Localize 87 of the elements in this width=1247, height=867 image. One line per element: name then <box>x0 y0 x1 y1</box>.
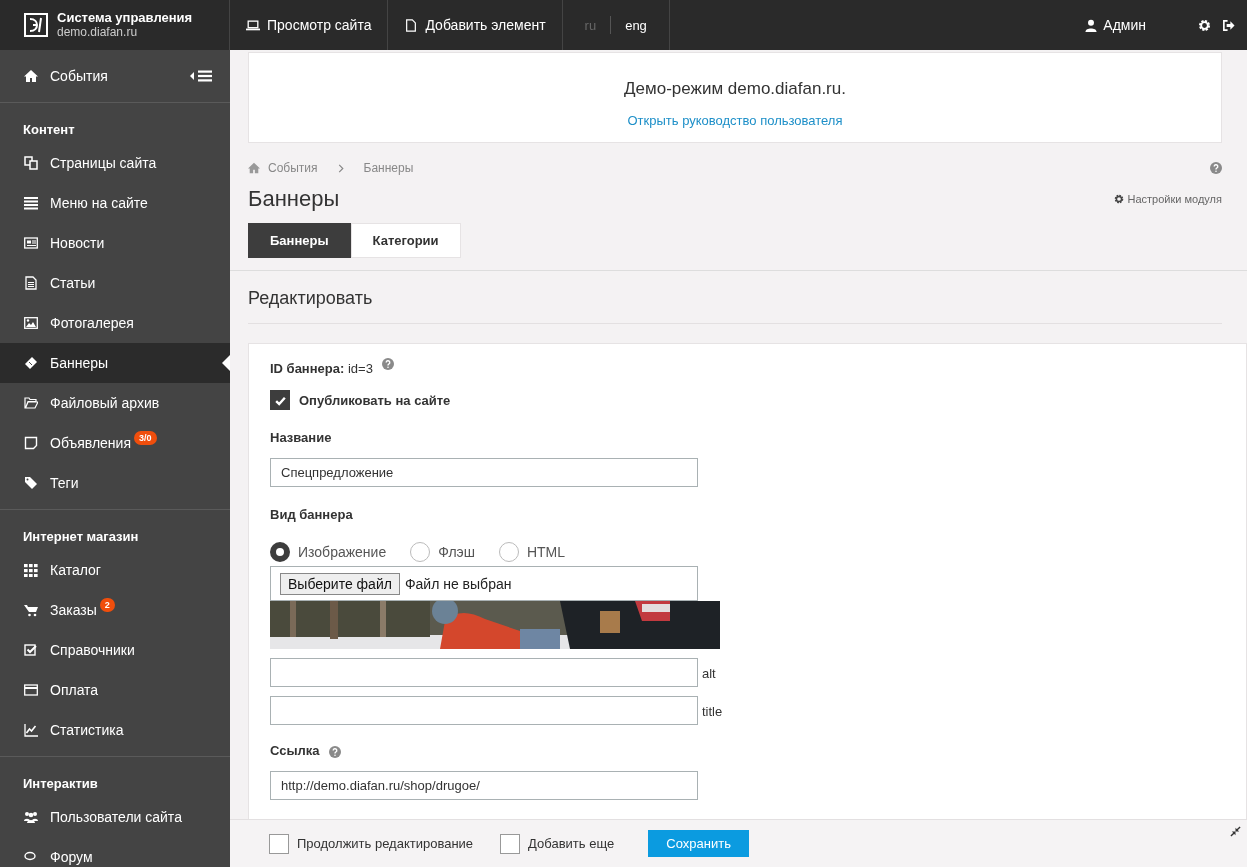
sidebar-section-title: Контент <box>22 121 76 139</box>
tab[interactable]: Категории <box>350 223 461 258</box>
site-domain: demo.diafan.ru <box>57 25 139 39</box>
sidebar-item[interactable]: Баннеры <box>0 343 230 383</box>
link-field[interactable]: http://demo.diafan.ru/shop/drugoe/ <box>270 771 698 800</box>
sidebar-item[interactable]: Статистика <box>0 710 230 750</box>
count-badge: 2 <box>99 598 115 612</box>
sidebar-item[interactable]: Форум <box>0 837 230 867</box>
app-title: Система управления <box>57 11 193 25</box>
page-title: Баннеры <box>248 186 340 212</box>
module-settings-link[interactable]: Настройки модуля <box>1113 193 1222 205</box>
collapse-icon[interactable] <box>1230 826 1241 837</box>
checkbox[interactable] <box>500 833 521 854</box>
sidebar-item[interactable]: Страницы сайта <box>0 143 230 183</box>
count-badge: 3/0 <box>134 431 157 445</box>
credit-card-icon <box>24 683 38 697</box>
document-icon <box>404 18 419 32</box>
tab[interactable]: Баннеры <box>248 223 351 258</box>
choose-file-button[interactable]: Выберите файл <box>280 572 400 595</box>
title-field[interactable] <box>270 696 698 725</box>
sidebar-section-title: Интернет магазин <box>22 528 140 546</box>
pages-icon <box>24 156 38 170</box>
users-icon <box>24 810 38 824</box>
name-field[interactable]: Спецпредложение <box>270 458 698 487</box>
sidebar-item[interactable]: Фотогалерея <box>0 303 230 343</box>
sidebar-item[interactable]: Заказы 2 <box>0 590 230 630</box>
notice-text: Демо-режим demo.diafan.ru. <box>624 79 846 99</box>
sidebar-item[interactable]: Оплата <box>0 670 230 710</box>
banner-id: ID баннера: id=3 <box>270 360 373 376</box>
sidebar-item[interactable]: События <box>0 56 189 96</box>
sidebar-item[interactable]: Каталог <box>0 550 230 590</box>
collapse-menu-icon[interactable] <box>189 70 213 82</box>
sidebar-item[interactable]: Теги <box>0 463 230 503</box>
file-status: Файл не выбран <box>404 575 512 592</box>
user-icon <box>1085 18 1098 32</box>
chevron-icon <box>337 163 344 173</box>
sidebar-item[interactable]: Меню на сайте <box>0 183 230 223</box>
logout-icon[interactable] <box>1222 18 1235 32</box>
checkbox-label: Добавить еще <box>528 836 615 851</box>
alt-field[interactable] <box>270 658 698 687</box>
settings-icon[interactable] <box>1198 18 1211 32</box>
radio-label: Изображение <box>298 544 387 560</box>
line-chart-icon <box>24 723 38 737</box>
gear-icon <box>1113 194 1124 204</box>
field-label: title <box>702 704 723 719</box>
field-label: Ссылка <box>270 743 320 760</box>
home-icon <box>248 162 260 174</box>
checkbox-label: Опубликовать на сайте <box>299 392 451 408</box>
checkbox[interactable] <box>269 833 289 854</box>
list-icon <box>24 196 38 210</box>
section-title: Редактировать <box>248 287 374 310</box>
guide-link[interactable]: Открыть руководство пользователя <box>627 113 843 128</box>
language-link[interactable]: eng <box>625 17 647 33</box>
checkbox-label: Продолжить редактирование <box>297 836 474 851</box>
cart-icon <box>24 603 38 617</box>
radio-label: HTML <box>526 544 566 560</box>
sidebar-section-title: Интерактив <box>22 775 99 793</box>
sidebar-item[interactable]: Справочники <box>0 630 230 670</box>
sidebar-item[interactable]: Файловый архив <box>0 383 230 423</box>
note-icon <box>24 436 38 450</box>
folder-icon <box>24 396 38 410</box>
sidebar-item[interactable]: Объявления 3/0 <box>0 423 230 463</box>
sidebar-item[interactable]: Новости <box>0 223 230 263</box>
sidebar-item[interactable]: Статьи <box>0 263 230 303</box>
help-icon[interactable] <box>328 746 341 758</box>
laptop-icon <box>246 18 260 32</box>
home-icon <box>24 69 38 83</box>
tag-icon <box>24 476 38 490</box>
newspaper-icon <box>24 236 38 250</box>
logo-icon[interactable] <box>24 13 48 37</box>
help-icon[interactable] <box>1210 162 1222 174</box>
radio-label: Флэш <box>438 544 475 560</box>
ticket-icon <box>24 356 38 370</box>
image-icon <box>24 316 38 330</box>
radio-button[interactable] <box>410 542 431 562</box>
checkbox-icon <box>24 643 38 657</box>
publish-checkbox[interactable] <box>270 390 290 410</box>
field-label: Название <box>270 430 332 447</box>
radio-button[interactable] <box>270 542 290 562</box>
user-menu[interactable]: Админ <box>1085 0 1146 50</box>
document-icon <box>24 276 38 290</box>
field-label: Вид баннера <box>270 507 353 524</box>
help-icon[interactable] <box>381 358 394 370</box>
grid-icon <box>24 563 38 577</box>
field-label: alt <box>702 666 716 681</box>
radio-button[interactable] <box>498 542 519 562</box>
sidebar-item[interactable]: Пользователи сайта <box>0 797 230 837</box>
